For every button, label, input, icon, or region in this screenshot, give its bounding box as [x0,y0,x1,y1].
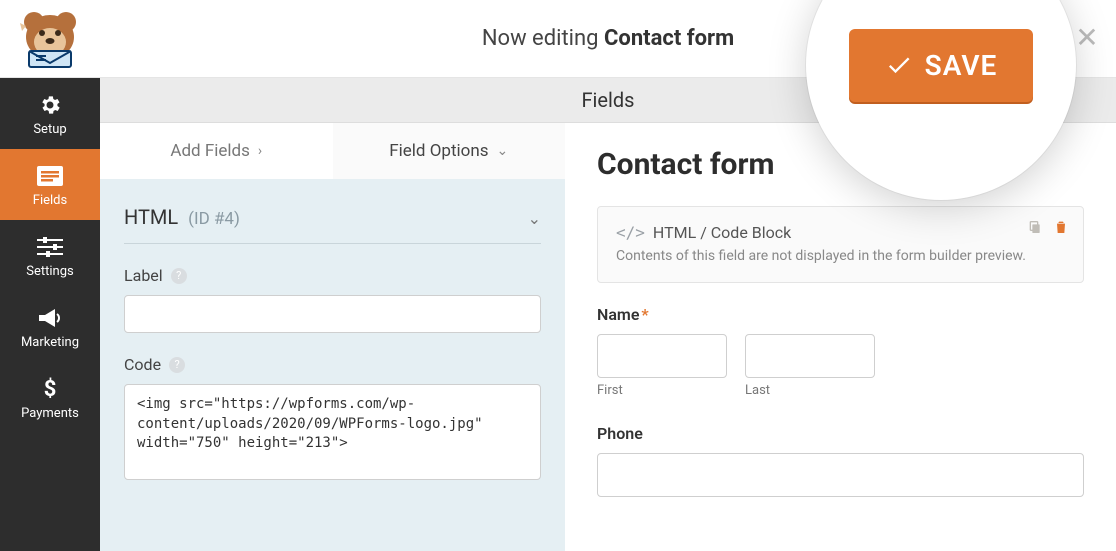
field-type-heading: HTML [124,205,178,229]
sidebar-item-fields[interactable]: Fields [0,149,100,220]
sliders-icon [4,234,96,260]
megaphone-icon [4,305,96,331]
chevron-down-icon: ⌄ [497,143,509,159]
code-textarea[interactable]: <img src="https://wpforms.com/wp-content… [124,384,541,480]
sidebar-item-label: Payments [4,406,96,421]
html-block-title: HTML / Code Block [653,223,791,242]
label-input[interactable] [124,295,541,333]
form-name: Contact form [604,26,734,51]
required-star: * [641,305,648,324]
code-icon: </> [616,223,645,242]
sidebar-item-marketing[interactable]: Marketing [0,291,100,362]
sidebar-item-label: Marketing [4,335,96,350]
sidebar-item-label: Setup [4,122,96,137]
sidebar-item-settings[interactable]: Settings [0,220,100,291]
logo [0,0,100,78]
first-caption: First [597,383,727,398]
options-header[interactable]: HTML (ID #4) ⌄ [124,205,541,244]
phone-label: Phone [597,424,1084,443]
preview-name-field[interactable]: Name* First Last [597,305,1084,398]
editing-prefix: Now editing [482,26,599,51]
chevron-down-icon: ⌄ [528,209,541,228]
svg-text:$: $ [44,377,57,402]
save-button[interactable]: SAVE [849,29,1034,102]
last-name-input[interactable] [745,334,875,378]
code-caption: Code ? [124,355,541,374]
duplicate-icon[interactable] [1027,219,1043,239]
name-label: Name [597,305,639,324]
save-label: SAVE [925,49,998,82]
help-icon[interactable]: ? [171,268,187,284]
close-button[interactable]: ✕ [1072,22,1102,52]
dollar-icon: $ [4,376,96,402]
sidebar-item-label: Fields [4,193,96,208]
help-icon[interactable]: ? [169,357,185,373]
preview-phone-field[interactable]: Phone [597,424,1084,497]
last-caption: Last [745,383,875,398]
field-id: (ID #4) [188,209,240,229]
tab-add-fields[interactable]: Add Fields › [100,123,333,179]
sidebar: Setup Fields Settings Marketing $ Paymen… [0,78,100,551]
sidebar-item-payments[interactable]: $ Payments [0,362,100,433]
sidebar-item-setup[interactable]: Setup [0,78,100,149]
left-panel: Add Fields › Field Options ⌄ HTML (ID #4… [100,123,565,551]
phone-input[interactable] [597,453,1084,497]
first-name-input[interactable] [597,334,727,378]
chevron-right-icon: › [258,143,262,159]
panel-tabs: Add Fields › Field Options ⌄ [100,123,565,179]
tab-label: Add Fields [170,141,250,161]
tab-label: Field Options [389,141,488,161]
tab-field-options[interactable]: Field Options ⌄ [333,123,566,179]
preview-panel: Contact form </> HTML / Code Block [565,123,1116,551]
html-block-note: Contents of this field are not displayed… [616,248,1065,264]
fields-icon [4,163,96,189]
sidebar-item-label: Settings [4,264,96,279]
label-caption: Label ? [124,266,541,285]
check-icon [885,51,913,79]
close-icon: ✕ [1075,21,1098,54]
preview-html-block[interactable]: </> HTML / Code Block Contents of this f… [597,206,1084,283]
trash-icon[interactable] [1053,219,1069,239]
gear-icon [4,92,96,118]
